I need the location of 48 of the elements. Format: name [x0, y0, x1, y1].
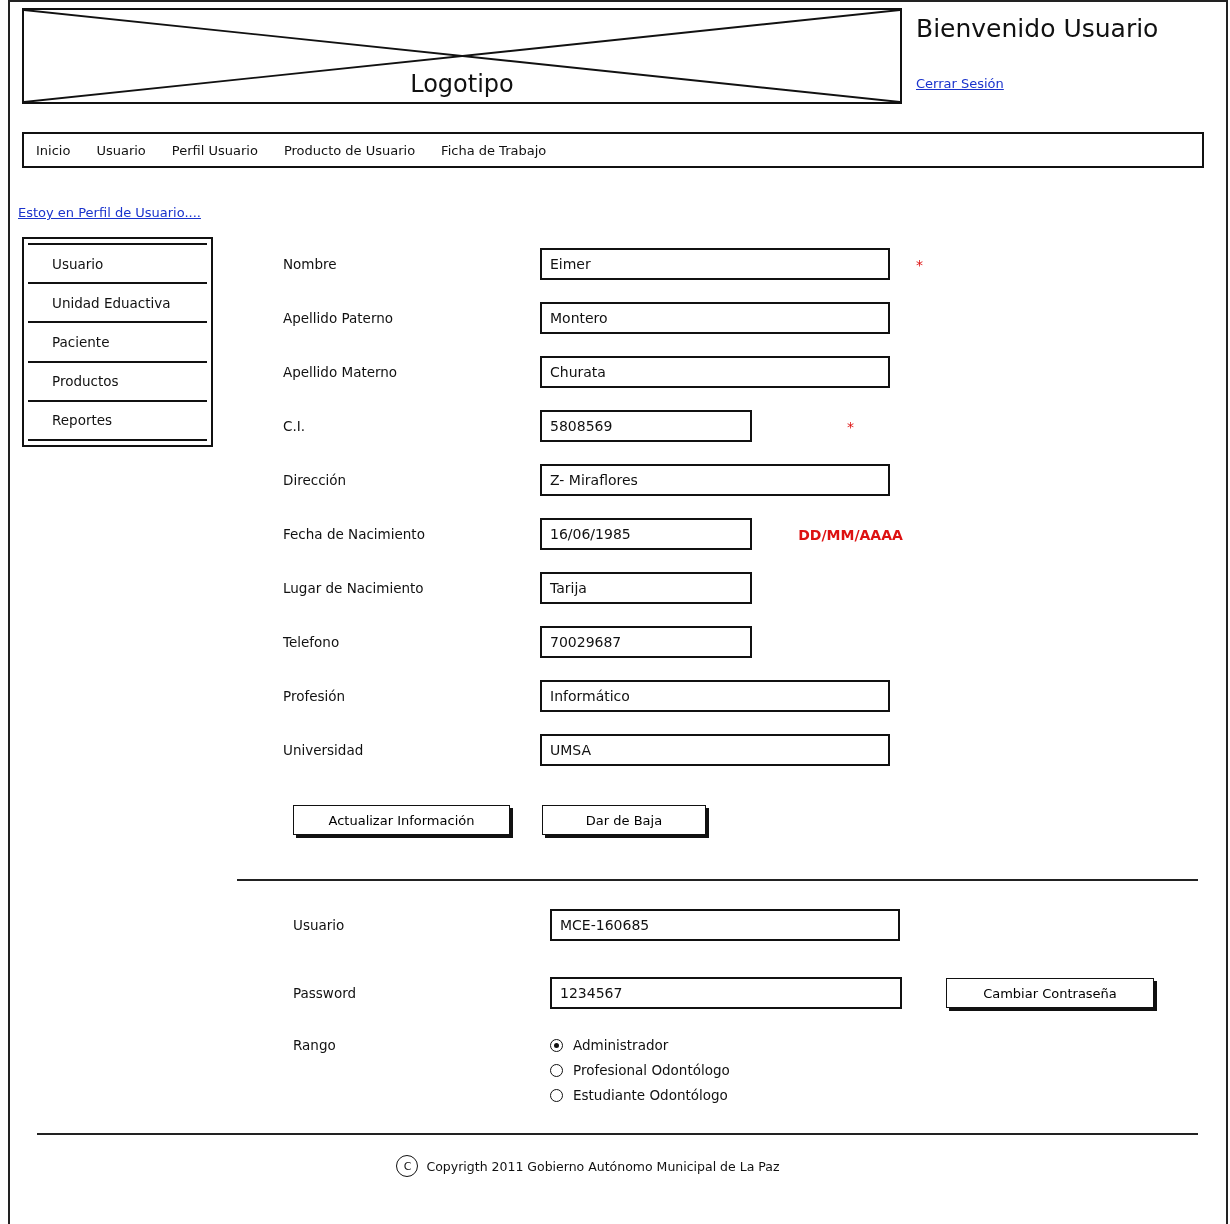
- nav-item[interactable]: Ficha de Trabajo: [441, 142, 547, 158]
- input-field[interactable]: MCE-160685: [550, 909, 900, 941]
- input-field[interactable]: UMSA: [540, 734, 890, 766]
- sidebar-item[interactable]: Reportes: [28, 399, 207, 441]
- nav-item[interactable]: Inicio: [36, 142, 71, 158]
- field-label: Fecha de Nacimiento: [283, 526, 426, 542]
- format-hint: DD/MM/AAAA: [798, 526, 903, 543]
- copyright-text: Copyrigth 2011 Gobierno Autónomo Municipal de La Paz: [426, 1158, 780, 1174]
- required-icon: *: [916, 256, 923, 273]
- input-field[interactable]: 5808569: [540, 410, 752, 442]
- password-field[interactable]: 1234567: [550, 977, 902, 1009]
- field-label: Telefono: [283, 634, 341, 650]
- field-label: Apellido Paterno: [283, 310, 395, 326]
- nav-item[interactable]: Usuario: [96, 142, 146, 158]
- radio-option[interactable]: Estudiante Odontólogo: [550, 1087, 1226, 1103]
- sidebar-item[interactable]: Usuario: [28, 243, 207, 283]
- input-field[interactable]: Eimer: [540, 248, 890, 280]
- field-label: Dirección: [283, 472, 348, 488]
- input-field[interactable]: Informático: [540, 680, 890, 712]
- field-label: Profesión: [283, 688, 347, 704]
- field-label: Password: [293, 985, 358, 1001]
- logout-link[interactable]: Cerrar Sesión: [916, 76, 1004, 91]
- field-label: Lugar de Nacimiento: [283, 580, 425, 596]
- input-field[interactable]: Montero: [540, 302, 890, 334]
- field-label: Apellido Materno: [283, 364, 399, 380]
- nav-item[interactable]: Perfil Usuario: [171, 142, 258, 158]
- field-label: Usuario: [293, 917, 346, 933]
- input-field[interactable]: Churata: [540, 356, 890, 388]
- field-label: Universidad: [283, 742, 365, 758]
- breadcrumb-link[interactable]: Estoy en Perfil de Usuario....: [18, 205, 201, 220]
- input-field[interactable]: 70029687: [540, 626, 752, 658]
- sidebar-item[interactable]: Unidad Eduactiva: [28, 282, 207, 322]
- input-field[interactable]: 16/06/1985: [540, 518, 752, 550]
- nav-item[interactable]: Producto de Usuario: [283, 142, 416, 158]
- radio-option[interactable]: Administrador: [550, 1037, 1226, 1053]
- sidebar-item[interactable]: Paciente: [28, 321, 207, 361]
- radio-option[interactable]: Profesional Odontólogo: [550, 1062, 1226, 1078]
- field-label: C.I.: [283, 418, 306, 434]
- update-button[interactable]: Actualizar Información: [293, 805, 510, 835]
- input-field[interactable]: Z- Miraflores: [540, 464, 890, 496]
- field-label: Rango: [293, 1036, 337, 1055]
- deactivate-button[interactable]: Dar de Baja: [542, 805, 706, 835]
- field-label: Nombre: [283, 256, 338, 272]
- welcome-title: Bienvenido Usuario: [916, 13, 1159, 43]
- change-password-button[interactable]: Cambiar Contraseña: [946, 978, 1154, 1008]
- required-icon: *: [847, 418, 854, 435]
- sidebar-item[interactable]: Productos: [28, 360, 207, 400]
- input-field[interactable]: Tarija: [540, 572, 752, 604]
